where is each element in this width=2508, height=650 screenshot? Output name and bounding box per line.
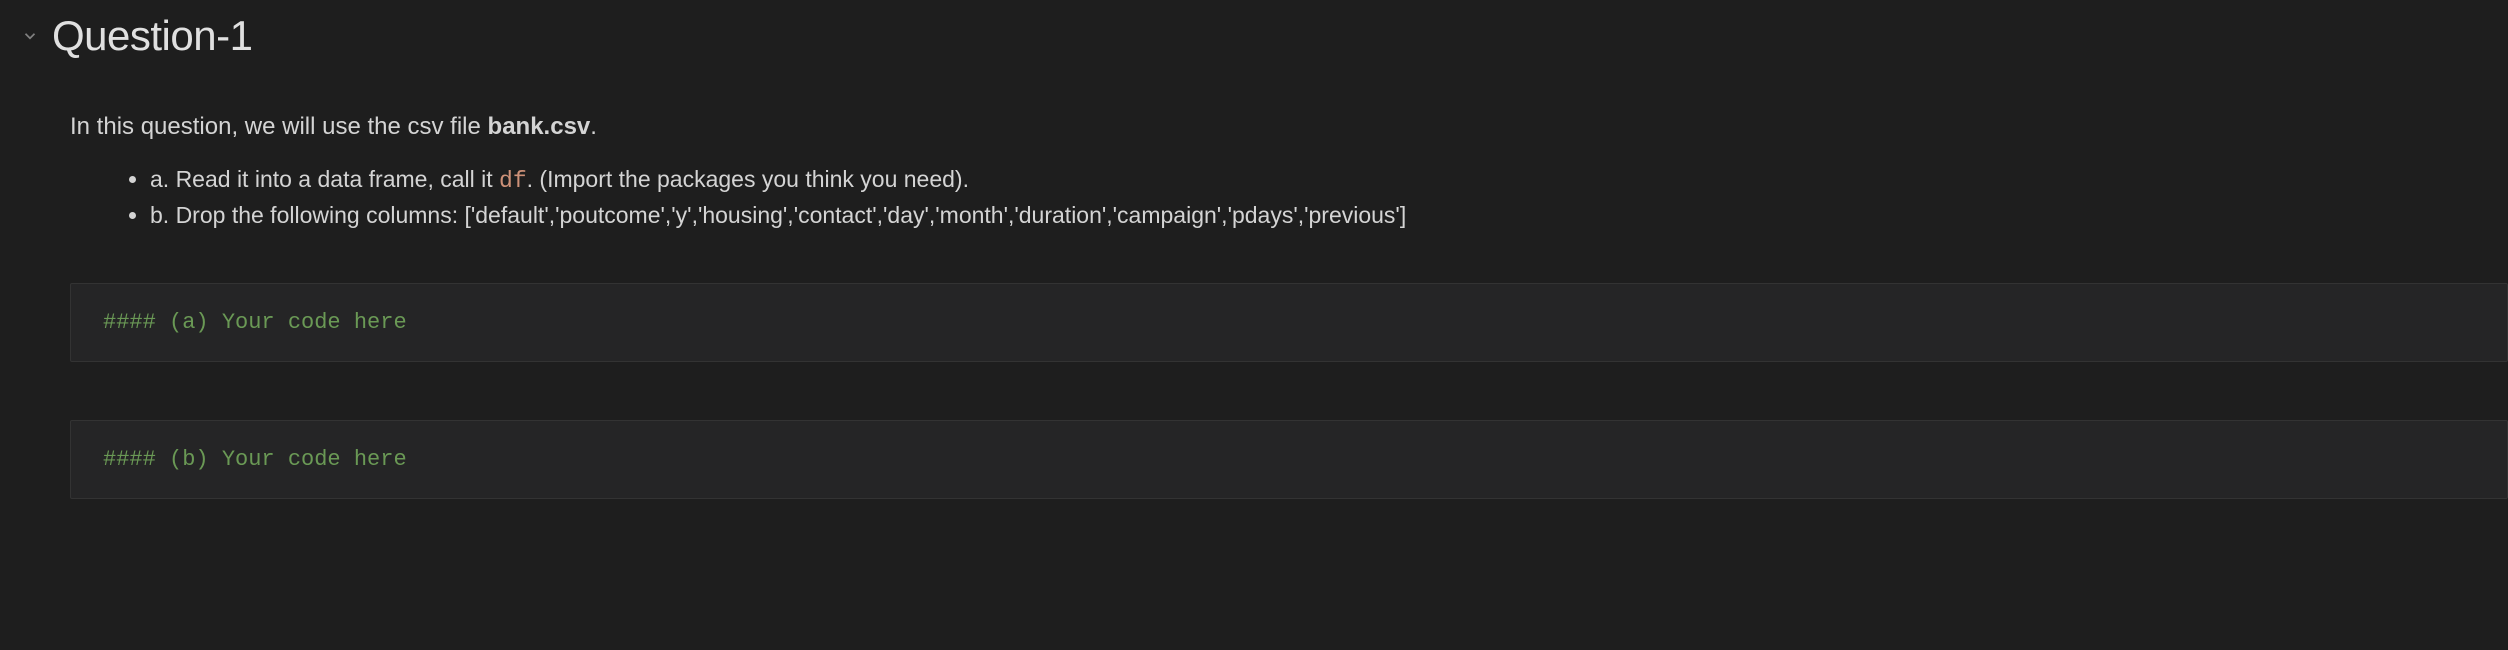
bullet-a-prefix: a. Read it into a data frame, call it bbox=[150, 166, 499, 192]
intro-prefix: In this question, we will use the csv fi… bbox=[70, 113, 488, 140]
intro-filename: bank.csv bbox=[488, 113, 591, 140]
intro-suffix: . bbox=[590, 113, 597, 140]
code-cell-a[interactable]: #### (a) Your code here bbox=[70, 283, 2508, 362]
content-area: In this question, we will use the csv fi… bbox=[0, 110, 2508, 499]
code-cell-b[interactable]: #### (b) Your code here bbox=[70, 420, 2508, 499]
list-item: b. Drop the following columns: ['default… bbox=[150, 198, 2508, 233]
inline-code-df: df bbox=[499, 168, 527, 194]
list-item: a. Read it into a data frame, call it df… bbox=[150, 162, 2508, 199]
code-content-a: #### (a) Your code here bbox=[103, 310, 2475, 335]
bullet-a-suffix: . (Import the packages you think you nee… bbox=[527, 166, 969, 192]
chevron-down-icon[interactable] bbox=[20, 26, 40, 46]
section-header: Question-1 bbox=[0, 0, 2508, 70]
section-title: Question-1 bbox=[52, 12, 252, 60]
code-content-b: #### (b) Your code here bbox=[103, 447, 2475, 472]
bullet-list: a. Read it into a data frame, call it df… bbox=[70, 162, 2508, 233]
bullet-b-text: b. Drop the following columns: ['default… bbox=[150, 202, 1406, 228]
intro-text: In this question, we will use the csv fi… bbox=[70, 110, 2508, 144]
